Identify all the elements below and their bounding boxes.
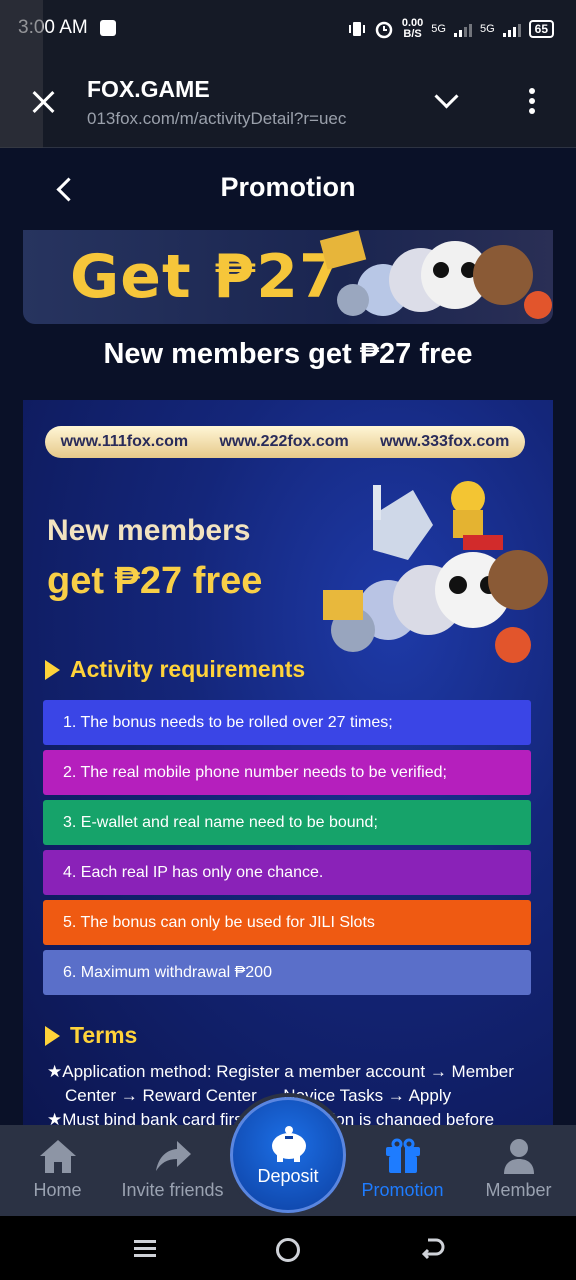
banner-text: Get ₱27: [70, 242, 342, 312]
promo-banner[interactable]: Get ₱27: [23, 230, 553, 324]
back-system-icon[interactable]: [420, 1236, 446, 1262]
promotion-poster: www.111fox.com www.222fox.com www.333fox…: [23, 400, 553, 1125]
person-icon: [503, 1139, 534, 1174]
promotion-title: New members get ₱27 free: [103, 338, 473, 370]
status-icons: 0.00 B/S 5G 5G 65: [348, 14, 554, 44]
more-vert-icon[interactable]: [526, 88, 538, 118]
requirement-item: 2. The real mobile phone number needs to…: [43, 750, 531, 795]
domain-list: www.111fox.com www.222fox.com www.333fox…: [45, 426, 525, 458]
chevron-down-icon[interactable]: [433, 88, 461, 112]
system-nav-bar: [0, 1216, 576, 1280]
play-arrow-icon: [45, 1025, 60, 1046]
page-header: Promotion: [0, 148, 576, 230]
deposit-button[interactable]: Deposit: [230, 1097, 346, 1213]
terms-heading: Terms: [45, 1022, 137, 1049]
poster-headline-1: New members: [47, 514, 251, 547]
page-title: Promotion: [220, 172, 356, 202]
status-bar: 3:00 AM 0.00 B/S 5G 5G 65: [0, 0, 576, 58]
requirement-item: 5. The bonus can only be used for JILI S…: [43, 900, 531, 945]
browser-toolbar: FOX.GAME 013fox.com/m/activityDetail?r=u…: [0, 0, 576, 148]
network-type-1: 5G: [431, 23, 446, 35]
notification-icon: [100, 20, 116, 36]
network-type-2: 5G: [479, 23, 495, 35]
piggy-bank-icon: [272, 1126, 306, 1162]
mascots-illustration: [319, 230, 552, 319]
gift-icon: [385, 1138, 420, 1173]
network-speed: 0.00 B/S: [401, 17, 424, 40]
requirement-item: 3. E-wallet and real name need to be bou…: [43, 800, 531, 845]
requirement-item: 6. Maximum withdrawal ₱200: [43, 950, 531, 995]
play-arrow-icon: [45, 659, 60, 680]
recent-apps-icon[interactable]: [132, 1236, 158, 1262]
requirements-list: 1. The bonus needs to be rolled over 27 …: [43, 700, 531, 1000]
close-icon[interactable]: [28, 88, 58, 118]
nav-home[interactable]: Home: [0, 1125, 115, 1216]
signal-2-icon: [502, 21, 521, 37]
domain-3: www.333fox.com: [380, 433, 510, 450]
mascots-group-illustration: [323, 481, 548, 663]
signal-1-icon: [453, 21, 472, 37]
nav-invite-friends[interactable]: Invite friends: [115, 1125, 230, 1216]
requirements-heading: Activity requirements: [45, 656, 305, 683]
left-edge-overlay: [0, 0, 43, 148]
home-icon: [39, 1140, 76, 1173]
site-title: FOX.GAME: [87, 76, 210, 102]
requirement-item: 4. Each real IP has only one chance.: [43, 850, 531, 895]
url-text[interactable]: 013fox.com/m/activityDetail?r=uec: [87, 109, 405, 129]
poster-headline-2: get ₱27 free: [47, 560, 263, 602]
share-arrow-icon: [155, 1141, 191, 1171]
battery-icon: 65: [528, 20, 554, 38]
domain-2: www.222fox.com: [219, 433, 349, 450]
nav-promotion[interactable]: Promotion: [345, 1125, 460, 1216]
requirement-item: 1. The bonus needs to be rolled over 27 …: [43, 700, 531, 745]
home-button-icon[interactable]: [276, 1238, 300, 1262]
alarm-icon: [375, 21, 393, 39]
vibrate-icon: [348, 22, 365, 36]
domain-1: www.111fox.com: [60, 433, 189, 450]
nav-member[interactable]: Member: [461, 1125, 576, 1216]
